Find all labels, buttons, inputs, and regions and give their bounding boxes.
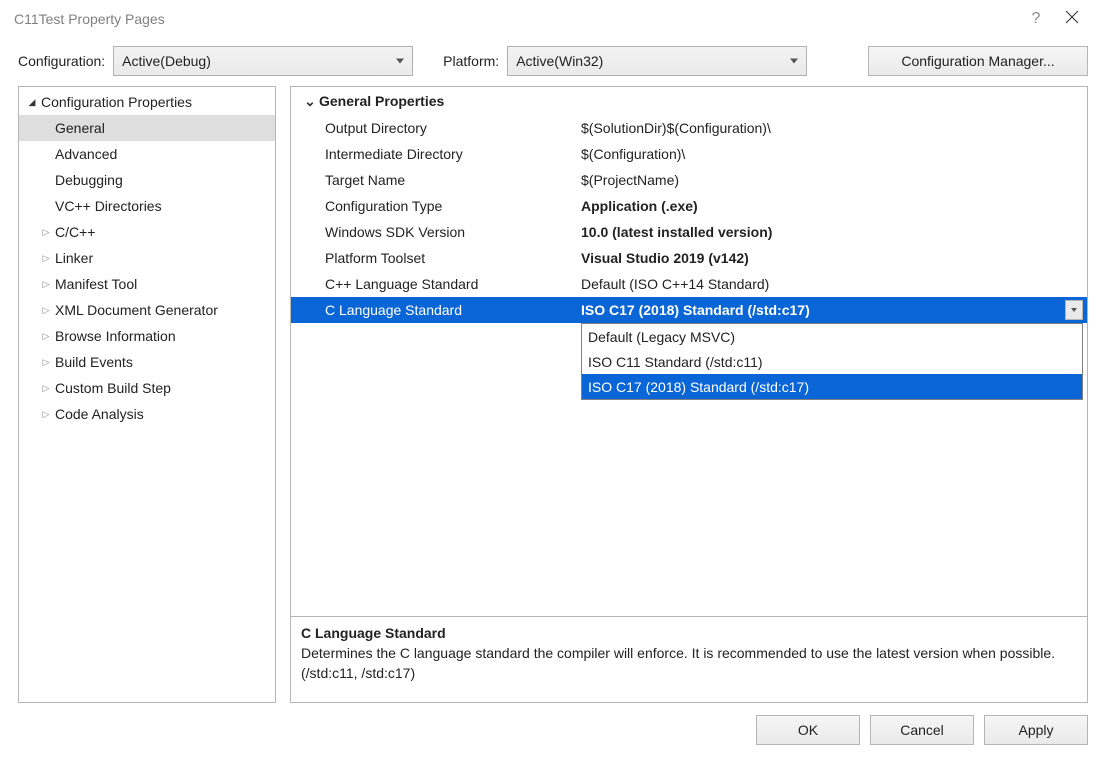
property-row[interactable]: Intermediate Directory$(Configuration)\	[291, 141, 1087, 167]
apply-button[interactable]: Apply	[984, 715, 1088, 745]
tree-item-label: C/C++	[53, 224, 95, 240]
dropdown-option[interactable]: Default (Legacy MSVC)	[582, 324, 1082, 349]
chevron-right-icon[interactable]	[39, 383, 53, 394]
description-text: Determines the C language standard the c…	[301, 643, 1077, 684]
tree-item-label: XML Document Generator	[53, 302, 218, 318]
window-title: C11Test Property Pages	[14, 11, 1018, 27]
property-row[interactable]: Windows SDK Version10.0 (latest installe…	[291, 219, 1087, 245]
dropdown-option[interactable]: ISO C17 (2018) Standard (/std:c17)	[582, 374, 1082, 399]
tree-item[interactable]: Manifest Tool	[19, 271, 275, 297]
config-bar: Configuration: Active(Debug) Platform: A…	[0, 38, 1102, 86]
nav-tree[interactable]: Configuration Properties General Advanced…	[18, 86, 276, 703]
property-row[interactable]: C Language StandardISO C17 (2018) Standa…	[291, 297, 1087, 323]
dropdown-button[interactable]	[1065, 300, 1083, 320]
property-name: C Language Standard	[291, 302, 581, 318]
tree-item[interactable]: Linker	[19, 245, 275, 271]
property-value[interactable]: Application (.exe)	[581, 198, 1087, 214]
property-name: Output Directory	[291, 120, 581, 136]
property-row[interactable]: Configuration TypeApplication (.exe)	[291, 193, 1087, 219]
property-value[interactable]: $(ProjectName)	[581, 172, 1087, 188]
tree-item-label: Manifest Tool	[53, 276, 137, 292]
configuration-value: Active(Debug)	[122, 53, 211, 69]
tree-item-label: Debugging	[53, 172, 123, 188]
chevron-right-icon[interactable]	[39, 227, 53, 238]
tree-item-label: General	[53, 120, 105, 136]
chevron-down-icon[interactable]	[301, 93, 319, 110]
property-row[interactable]: Target Name$(ProjectName)	[291, 167, 1087, 193]
property-value[interactable]: ISO C17 (2018) Standard (/std:c17)	[581, 302, 1087, 318]
platform-label: Platform:	[443, 53, 499, 69]
tree-item-label: VC++ Directories	[53, 198, 162, 214]
platform-value: Active(Win32)	[516, 53, 603, 69]
help-icon[interactable]: ?	[1018, 10, 1054, 28]
property-panel: General Properties Output Directory$(Sol…	[290, 86, 1088, 703]
property-value[interactable]: Default (ISO C++14 Standard)	[581, 276, 1087, 292]
configuration-label: Configuration:	[18, 53, 105, 69]
tree-item[interactable]: XML Document Generator	[19, 297, 275, 323]
property-value[interactable]: Visual Studio 2019 (v142)	[581, 250, 1087, 266]
chevron-right-icon[interactable]	[39, 305, 53, 316]
tree-item-label: Linker	[53, 250, 93, 266]
tree-item[interactable]: Debugging	[19, 167, 275, 193]
description-box: C Language Standard Determines the C lan…	[291, 616, 1087, 702]
chevron-right-icon[interactable]	[39, 409, 53, 420]
property-value[interactable]: $(Configuration)\	[581, 146, 1087, 162]
c-language-standard-dropdown[interactable]: Default (Legacy MSVC)ISO C11 Standard (/…	[581, 323, 1083, 400]
property-row[interactable]: Platform ToolsetVisual Studio 2019 (v142…	[291, 245, 1087, 271]
tree-item[interactable]: Browse Information	[19, 323, 275, 349]
description-title: C Language Standard	[301, 625, 1077, 641]
property-name: Configuration Type	[291, 198, 581, 214]
tree-item-label: Advanced	[53, 146, 117, 162]
tree-item[interactable]: C/C++	[19, 219, 275, 245]
chevron-right-icon[interactable]	[39, 357, 53, 368]
tree-item[interactable]: Custom Build Step	[19, 375, 275, 401]
tree-item[interactable]: Code Analysis	[19, 401, 275, 427]
cancel-label: Cancel	[900, 722, 944, 738]
cancel-button[interactable]: Cancel	[870, 715, 974, 745]
tree-root-configuration-properties[interactable]: Configuration Properties	[19, 89, 275, 115]
tree-item-label: Build Events	[53, 354, 133, 370]
configuration-select[interactable]: Active(Debug)	[113, 46, 413, 76]
property-value[interactable]: $(SolutionDir)$(Configuration)\	[581, 120, 1087, 136]
tree-item[interactable]: VC++ Directories	[19, 193, 275, 219]
tree-item[interactable]: Advanced	[19, 141, 275, 167]
property-name: Target Name	[291, 172, 581, 188]
property-grid: General Properties Output Directory$(Sol…	[291, 87, 1087, 616]
property-name: Windows SDK Version	[291, 224, 581, 240]
configuration-manager-button[interactable]: Configuration Manager...	[868, 46, 1088, 76]
apply-label: Apply	[1018, 722, 1053, 738]
property-row[interactable]: Output Directory$(SolutionDir)$(Configur…	[291, 115, 1087, 141]
property-value[interactable]: 10.0 (latest installed version)	[581, 224, 1087, 240]
chevron-right-icon[interactable]	[39, 331, 53, 342]
tree-root-label: Configuration Properties	[39, 94, 192, 110]
tree-item[interactable]: General	[19, 115, 275, 141]
group-header-general[interactable]: General Properties	[291, 87, 1087, 115]
group-title: General Properties	[319, 93, 444, 109]
dialog-footer: OK Cancel Apply	[0, 703, 1102, 757]
tree-item-label: Custom Build Step	[53, 380, 171, 396]
property-name: C++ Language Standard	[291, 276, 581, 292]
tree-item[interactable]: Build Events	[19, 349, 275, 375]
ok-label: OK	[798, 722, 818, 738]
dropdown-option[interactable]: ISO C11 Standard (/std:c11)	[582, 349, 1082, 374]
property-name: Platform Toolset	[291, 250, 581, 266]
chevron-right-icon[interactable]	[39, 253, 53, 264]
close-icon[interactable]	[1054, 10, 1090, 29]
ok-button[interactable]: OK	[756, 715, 860, 745]
tree-item-label: Browse Information	[53, 328, 176, 344]
platform-select[interactable]: Active(Win32)	[507, 46, 807, 76]
chevron-right-icon[interactable]	[39, 279, 53, 290]
titlebar: C11Test Property Pages ?	[0, 0, 1102, 38]
configuration-manager-label: Configuration Manager...	[901, 53, 1054, 69]
chevron-down-icon[interactable]	[25, 97, 39, 108]
property-name: Intermediate Directory	[291, 146, 581, 162]
tree-item-label: Code Analysis	[53, 406, 144, 422]
property-row[interactable]: C++ Language StandardDefault (ISO C++14 …	[291, 271, 1087, 297]
